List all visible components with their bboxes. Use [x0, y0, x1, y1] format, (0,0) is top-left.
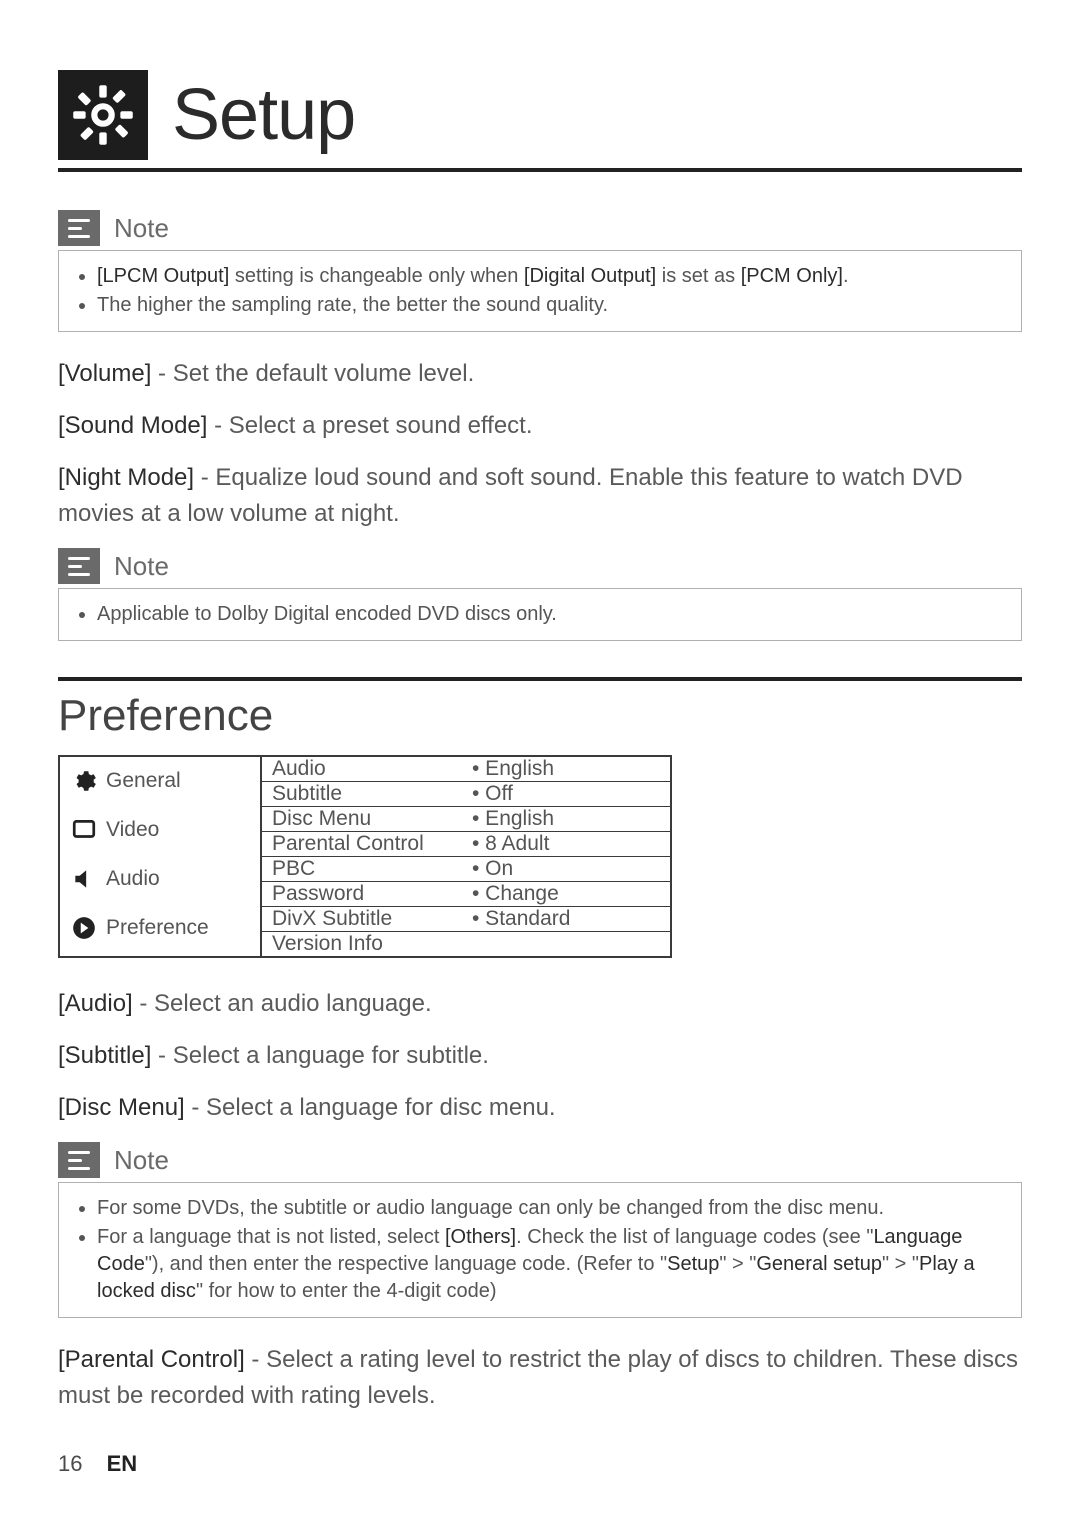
note3-item-0: For some DVDs, the subtitle or audio lan…	[97, 1195, 1005, 1222]
menu-cat-preference-label: Preference	[106, 916, 209, 940]
section-title: Preference	[58, 691, 1022, 741]
note-icon	[58, 548, 100, 584]
note-header-3: Note	[58, 1142, 1022, 1178]
def-audio-label: [Audio]	[58, 990, 133, 1017]
def-parental: [Parental Control] - Select a rating lev…	[58, 1342, 1022, 1414]
menu-settings: Audio• English Subtitle• Off Disc Menu• …	[260, 757, 670, 956]
note-box-2: Applicable to Dolby Digital encoded DVD …	[58, 588, 1022, 641]
note1-item-0: [LPCM Output] setting is changeable only…	[97, 263, 1005, 290]
note2-item-0: Applicable to Dolby Digital encoded DVD …	[97, 601, 1005, 628]
note3-item-1: For a language that is not listed, selec…	[97, 1224, 1005, 1305]
gear-icon	[70, 767, 98, 795]
note3-bold-setup: Setup	[667, 1253, 719, 1275]
def-subtitle: [Subtitle] - Select a language for subti…	[58, 1038, 1022, 1074]
note-header: Note	[58, 210, 1022, 246]
note3-bold-others: [Others]	[445, 1226, 516, 1248]
pref-icon	[70, 914, 98, 942]
note-label: Note	[114, 551, 169, 582]
def-discmenu-text: - Select a language for disc menu.	[185, 1094, 556, 1121]
def-sound-label: [Sound Mode]	[58, 412, 207, 439]
def-discmenu: [Disc Menu] - Select a language for disc…	[58, 1090, 1022, 1126]
menu-row-password[interactable]: Password• Change	[262, 882, 670, 907]
menu-categories: General Video Audio	[60, 757, 260, 956]
page-header: Setup	[58, 70, 1022, 172]
note-icon	[58, 210, 100, 246]
def-volume: [Volume] - Set the default volume level.	[58, 356, 1022, 392]
def-volume-text: - Set the default volume level.	[151, 360, 474, 387]
note3-bold-general: General setup	[756, 1253, 882, 1275]
menu-row-parental[interactable]: Parental Control• 8 Adult	[262, 832, 670, 857]
note1-bold-b: [Digital Output]	[524, 265, 656, 287]
def-subtitle-label: [Subtitle]	[58, 1042, 151, 1069]
speaker-icon	[70, 865, 98, 893]
menu-row-pbc[interactable]: PBC• On	[262, 857, 670, 882]
def-parental-label: [Parental Control]	[58, 1346, 245, 1373]
page-number: 16	[58, 1451, 82, 1476]
definitions: [Audio] - Select an audio language. [Sub…	[58, 986, 1022, 1126]
note-header-2: Note	[58, 548, 1022, 584]
def-night-label: [Night Mode]	[58, 464, 194, 491]
page-title: Setup	[172, 74, 355, 156]
menu-cat-preference[interactable]: Preference	[60, 904, 260, 952]
def-audio: [Audio] - Select an audio language.	[58, 986, 1022, 1022]
def-volume-label: [Volume]	[58, 360, 151, 387]
menu-cat-general[interactable]: General	[60, 757, 260, 806]
note1-bold-a: [LPCM Output]	[97, 265, 229, 287]
menu-cat-general-label: General	[106, 769, 181, 793]
note1-bold-c: [PCM Only]	[741, 265, 843, 287]
menu-row-version[interactable]: Version Info	[262, 932, 670, 956]
note-box-1: [LPCM Output] setting is changeable only…	[58, 250, 1022, 332]
gear-icon	[58, 70, 148, 160]
menu-row-divx[interactable]: DivX Subtitle• Standard	[262, 907, 670, 932]
def-night-text: - Equalize loud sound and soft sound. En…	[58, 464, 963, 527]
page: Setup Note [LPCM Output] setting is chan…	[0, 0, 1080, 1527]
def-night-mode: [Night Mode] - Equalize loud sound and s…	[58, 460, 1022, 532]
note-label: Note	[114, 213, 169, 244]
menu-row-discmenu[interactable]: Disc Menu• English	[262, 807, 670, 832]
menu-row-audio[interactable]: Audio• English	[262, 757, 670, 782]
note-box-3: For some DVDs, the subtitle or audio lan…	[58, 1182, 1022, 1318]
preference-menu: General Video Audio	[58, 755, 672, 958]
def-sound-mode: [Sound Mode] - Select a preset sound eff…	[58, 408, 1022, 444]
menu-cat-video[interactable]: Video	[60, 806, 260, 855]
def-subtitle-text: - Select a language for subtitle.	[151, 1042, 489, 1069]
def-sound-text: - Select a preset sound effect.	[207, 412, 532, 439]
note1-item-1: The higher the sampling rate, the better…	[97, 292, 1005, 319]
page-lang: EN	[107, 1451, 138, 1476]
page-footer: 16 EN	[58, 1451, 137, 1477]
def-discmenu-label: [Disc Menu]	[58, 1094, 185, 1121]
menu-cat-audio[interactable]: Audio	[60, 855, 260, 904]
note-icon	[58, 1142, 100, 1178]
menu-cat-audio-label: Audio	[106, 867, 160, 891]
menu-row-subtitle[interactable]: Subtitle• Off	[262, 782, 670, 807]
menu-cat-video-label: Video	[106, 818, 159, 842]
note-label: Note	[114, 1145, 169, 1176]
section-preference: Preference General Video	[58, 677, 1022, 1414]
screen-icon	[70, 816, 98, 844]
def-audio-text: - Select an audio language.	[133, 990, 432, 1017]
